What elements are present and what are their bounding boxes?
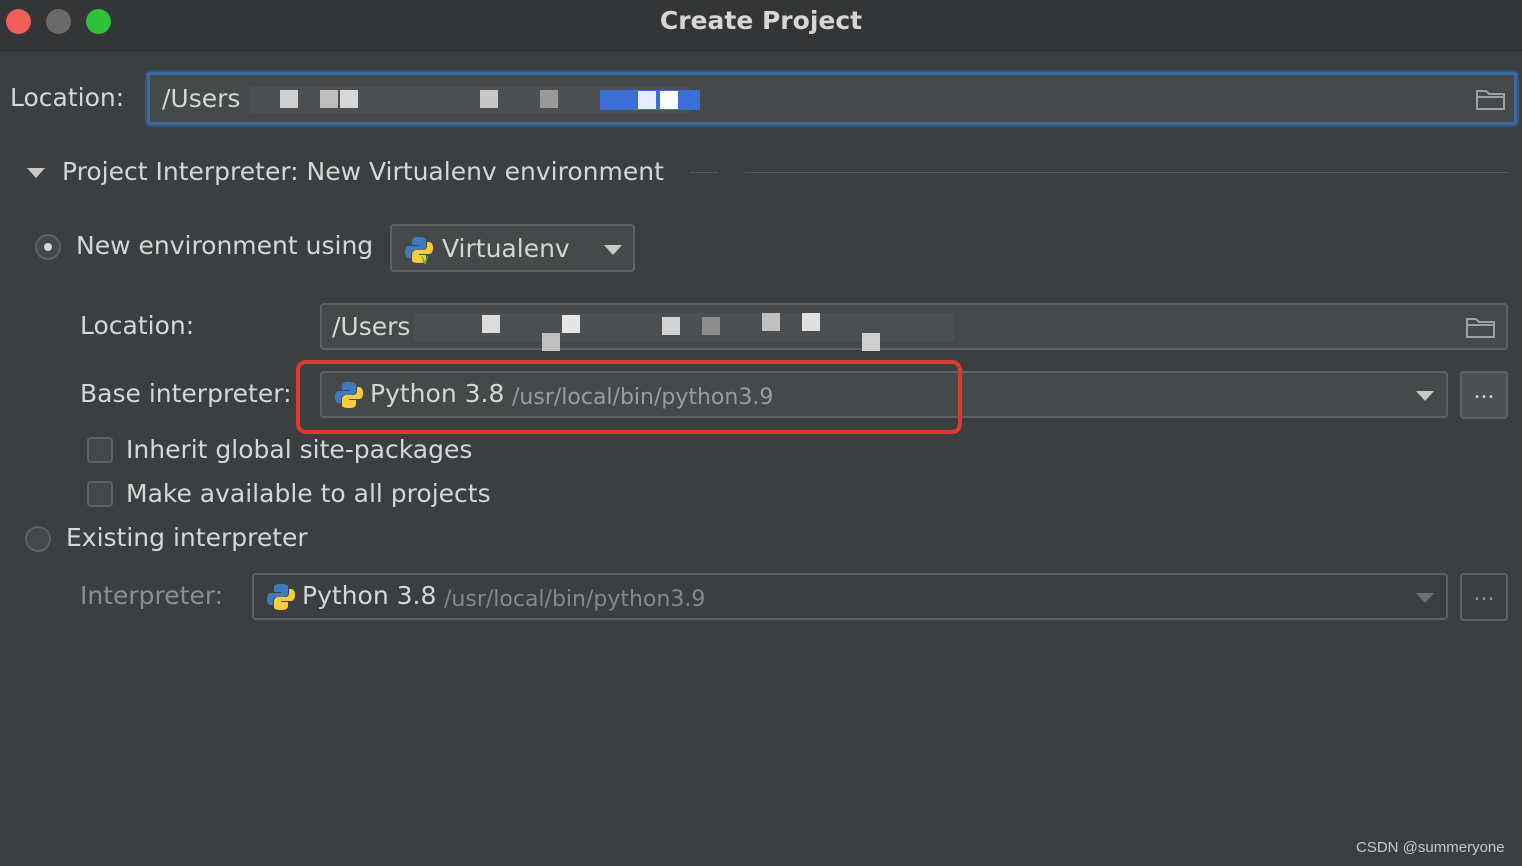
redaction-pixel [762, 313, 780, 331]
interpreter-section-header[interactable]: Project Interpreter: New Virtualenv envi… [62, 157, 664, 186]
collapse-triangle-icon[interactable] [26, 167, 46, 179]
make-available-label[interactable]: Make available to all projects [126, 479, 491, 508]
venv-location-label: Location: [80, 311, 195, 340]
redaction-pixel [638, 91, 656, 109]
redaction-pixel [480, 90, 498, 108]
redaction-pixel [702, 317, 720, 335]
section-divider [745, 172, 1507, 173]
redaction-pixel [482, 315, 500, 333]
existing-interpreter-radio[interactable] [25, 526, 51, 552]
new-environment-radio[interactable] [35, 234, 61, 260]
window-title: Create Project [659, 6, 863, 35]
existing-interpreter-label[interactable]: Existing interpreter [66, 523, 308, 552]
chevron-down-icon [1416, 593, 1434, 603]
new-environment-label[interactable]: New environment using [76, 231, 373, 260]
folder-icon[interactable] [1476, 88, 1506, 110]
inherit-global-label[interactable]: Inherit global site-packages [126, 435, 472, 464]
project-location-field[interactable]: /Users [147, 72, 1517, 125]
svg-text:v: v [421, 253, 429, 265]
redaction-pixel [542, 333, 560, 351]
chevron-down-icon [604, 245, 622, 255]
python-icon [267, 584, 295, 610]
venv-location-field[interactable]: /Users [320, 303, 1508, 351]
inherit-global-checkbox[interactable] [87, 437, 113, 463]
redaction-pixel [320, 90, 338, 108]
redaction-pixel [562, 315, 580, 333]
redaction-pixel [802, 313, 820, 331]
existing-interpreter-browse-button[interactable]: ... [1460, 573, 1508, 621]
title-bar: Create Project [0, 0, 1522, 51]
base-interpreter-browse-button[interactable]: ... [1460, 371, 1508, 419]
existing-interpreter-dropdown[interactable]: Python 3.8 /usr/local/bin/python3.9 [252, 573, 1448, 620]
section-divider [690, 172, 718, 173]
project-location-value: /Users [162, 84, 241, 113]
watermark-text: CSDN @summeryone [1356, 839, 1505, 856]
redaction-pixel [660, 91, 678, 109]
radio-selected-dot [44, 243, 52, 251]
python-virtualenv-icon: v [405, 237, 433, 265]
redaction-pixel [662, 317, 680, 335]
interpreter-label: Interpreter: [80, 581, 224, 610]
environment-tool-dropdown[interactable]: v Virtualenv [390, 224, 635, 272]
existing-interpreter-path: /usr/local/bin/python3.9 [444, 587, 706, 612]
environment-tool-label: Virtualenv [442, 234, 570, 263]
chevron-down-icon [1416, 391, 1434, 401]
base-interpreter-label: Base interpreter: [80, 379, 292, 408]
folder-icon[interactable] [1466, 316, 1496, 338]
venv-location-value: /Users [332, 312, 411, 341]
make-available-checkbox[interactable] [87, 481, 113, 507]
project-location-label: Location: [10, 83, 125, 112]
redaction-pixel [340, 90, 358, 108]
annotation-highlight-box [296, 360, 962, 434]
redaction-pixel [280, 90, 298, 108]
redaction-pixel [862, 333, 880, 351]
redaction-pixel [540, 90, 558, 108]
existing-interpreter-name: Python 3.8 [302, 581, 437, 610]
